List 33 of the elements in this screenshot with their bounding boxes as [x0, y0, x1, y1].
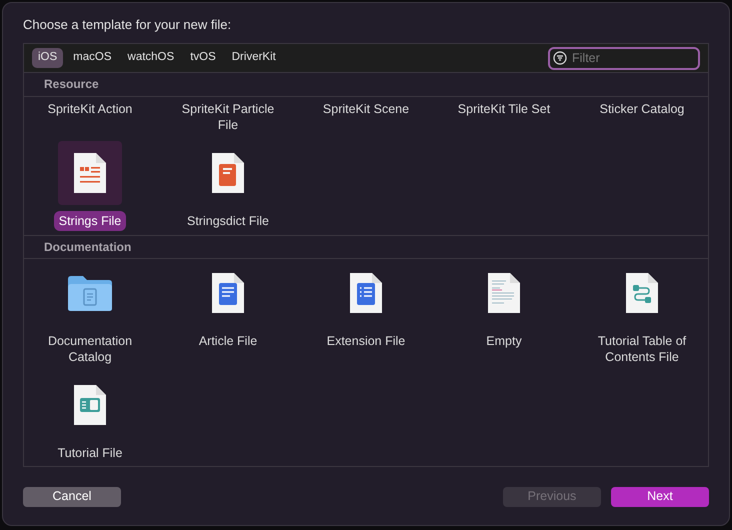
platform-tab[interactable]: watchOS: [122, 48, 180, 68]
template-tile[interactable]: [58, 140, 122, 204]
quote-document-icon: [72, 150, 108, 194]
flow-document-icon: [624, 270, 660, 314]
template-label[interactable]: SpriteKit Action: [42, 98, 138, 118]
article-document-icon: [210, 270, 246, 314]
section-title: Documentation: [44, 238, 132, 256]
template-label[interactable]: Stringsdict File: [182, 210, 274, 230]
platform-tab[interactable]: DriverKit: [226, 48, 282, 68]
template-label[interactable]: Empty: [481, 330, 527, 350]
cancel-button[interactable]: Cancel: [23, 486, 121, 506]
template-label[interactable]: SpriteKit Tile Set: [452, 98, 556, 118]
tutorial-document-icon: [72, 382, 108, 426]
template-label[interactable]: SpriteKit Particle File: [172, 98, 284, 134]
template-label[interactable]: SpriteKit Scene: [318, 98, 414, 118]
section-title: Resource: [44, 76, 99, 93]
template-label[interactable]: Article File: [194, 330, 262, 350]
template-label[interactable]: Strings File: [54, 210, 126, 230]
template-label[interactable]: Documentation Catalog: [34, 330, 146, 366]
filter-field[interactable]: Filter: [548, 46, 700, 70]
text-document-icon: [486, 270, 522, 314]
dialog-title: Choose a template for your new file:: [23, 16, 232, 34]
next-button[interactable]: Next: [611, 486, 709, 506]
list-document-icon: [348, 270, 384, 314]
template-label[interactable]: Tutorial File: [52, 442, 128, 462]
platform-tab[interactable]: macOS: [67, 48, 118, 68]
filter-icon: [553, 50, 567, 64]
platform-tab[interactable]: tvOS: [184, 48, 222, 68]
template-label[interactable]: Tutorial Table of Contents File: [586, 330, 698, 366]
platform-tab[interactable]: iOS: [32, 48, 64, 68]
book-document-icon: [210, 150, 246, 194]
template-label[interactable]: Extension File: [322, 330, 410, 350]
template-label[interactable]: Sticker Catalog: [594, 98, 690, 118]
